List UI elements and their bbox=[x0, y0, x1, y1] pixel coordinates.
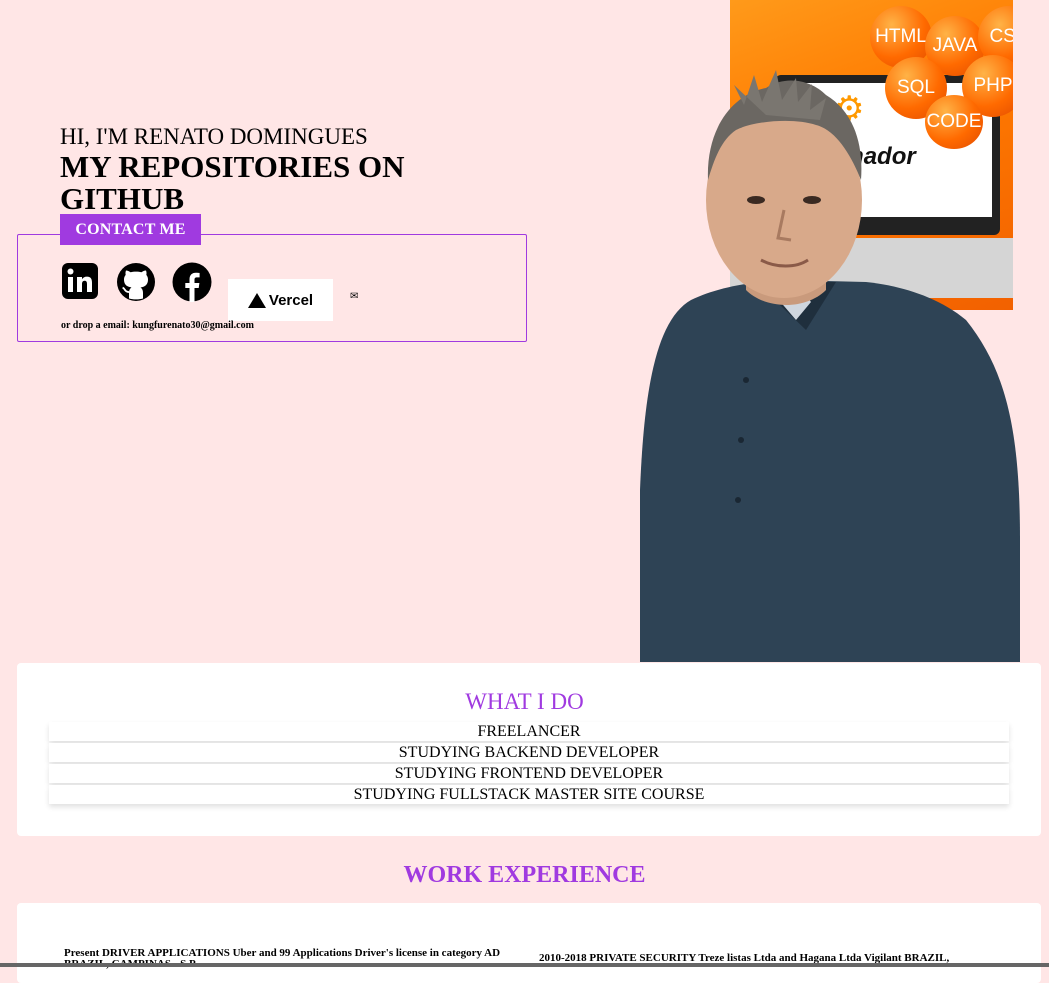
facebook-icon[interactable] bbox=[172, 262, 212, 302]
skill-item: STUDYING BACKEND DEVELOPER bbox=[49, 743, 1009, 762]
vercel-triangle-icon bbox=[247, 292, 266, 308]
vercel-logo[interactable]: Vercel bbox=[228, 279, 333, 321]
greeting: HI, I'M RENATO DOMINGUES bbox=[60, 124, 368, 149]
skill-item: FREELANCER bbox=[49, 722, 1009, 741]
email-line: or drop a email: kungfurenato30@gmail.co… bbox=[61, 320, 254, 331]
contact-me-button[interactable]: CONTACT ME bbox=[60, 214, 201, 245]
hero-text: HI, I'M RENATO DOMINGUES MY REPOSITORIES… bbox=[60, 123, 500, 215]
page-title[interactable]: MY REPOSITORIES ON GITHUB bbox=[60, 151, 500, 215]
vercel-label: Vercel bbox=[268, 291, 314, 309]
what-i-do-title: WHAT I DO bbox=[465, 689, 584, 714]
mail-icon[interactable]: ✉ bbox=[350, 292, 358, 302]
work-experience-title: WORK EXPERIENCE bbox=[403, 862, 646, 888]
github-icon[interactable] bbox=[116, 262, 156, 302]
work-experience-card bbox=[17, 903, 1041, 983]
profile-photo bbox=[640, 70, 1020, 662]
horizontal-scrollbar[interactable] bbox=[0, 963, 1049, 967]
linkedin-icon[interactable] bbox=[61, 262, 99, 300]
skill-item: STUDYING FRONTEND DEVELOPER bbox=[49, 764, 1009, 783]
skill-item: STUDYING FULLSTACK MASTER SITE COURSE bbox=[49, 785, 1009, 804]
